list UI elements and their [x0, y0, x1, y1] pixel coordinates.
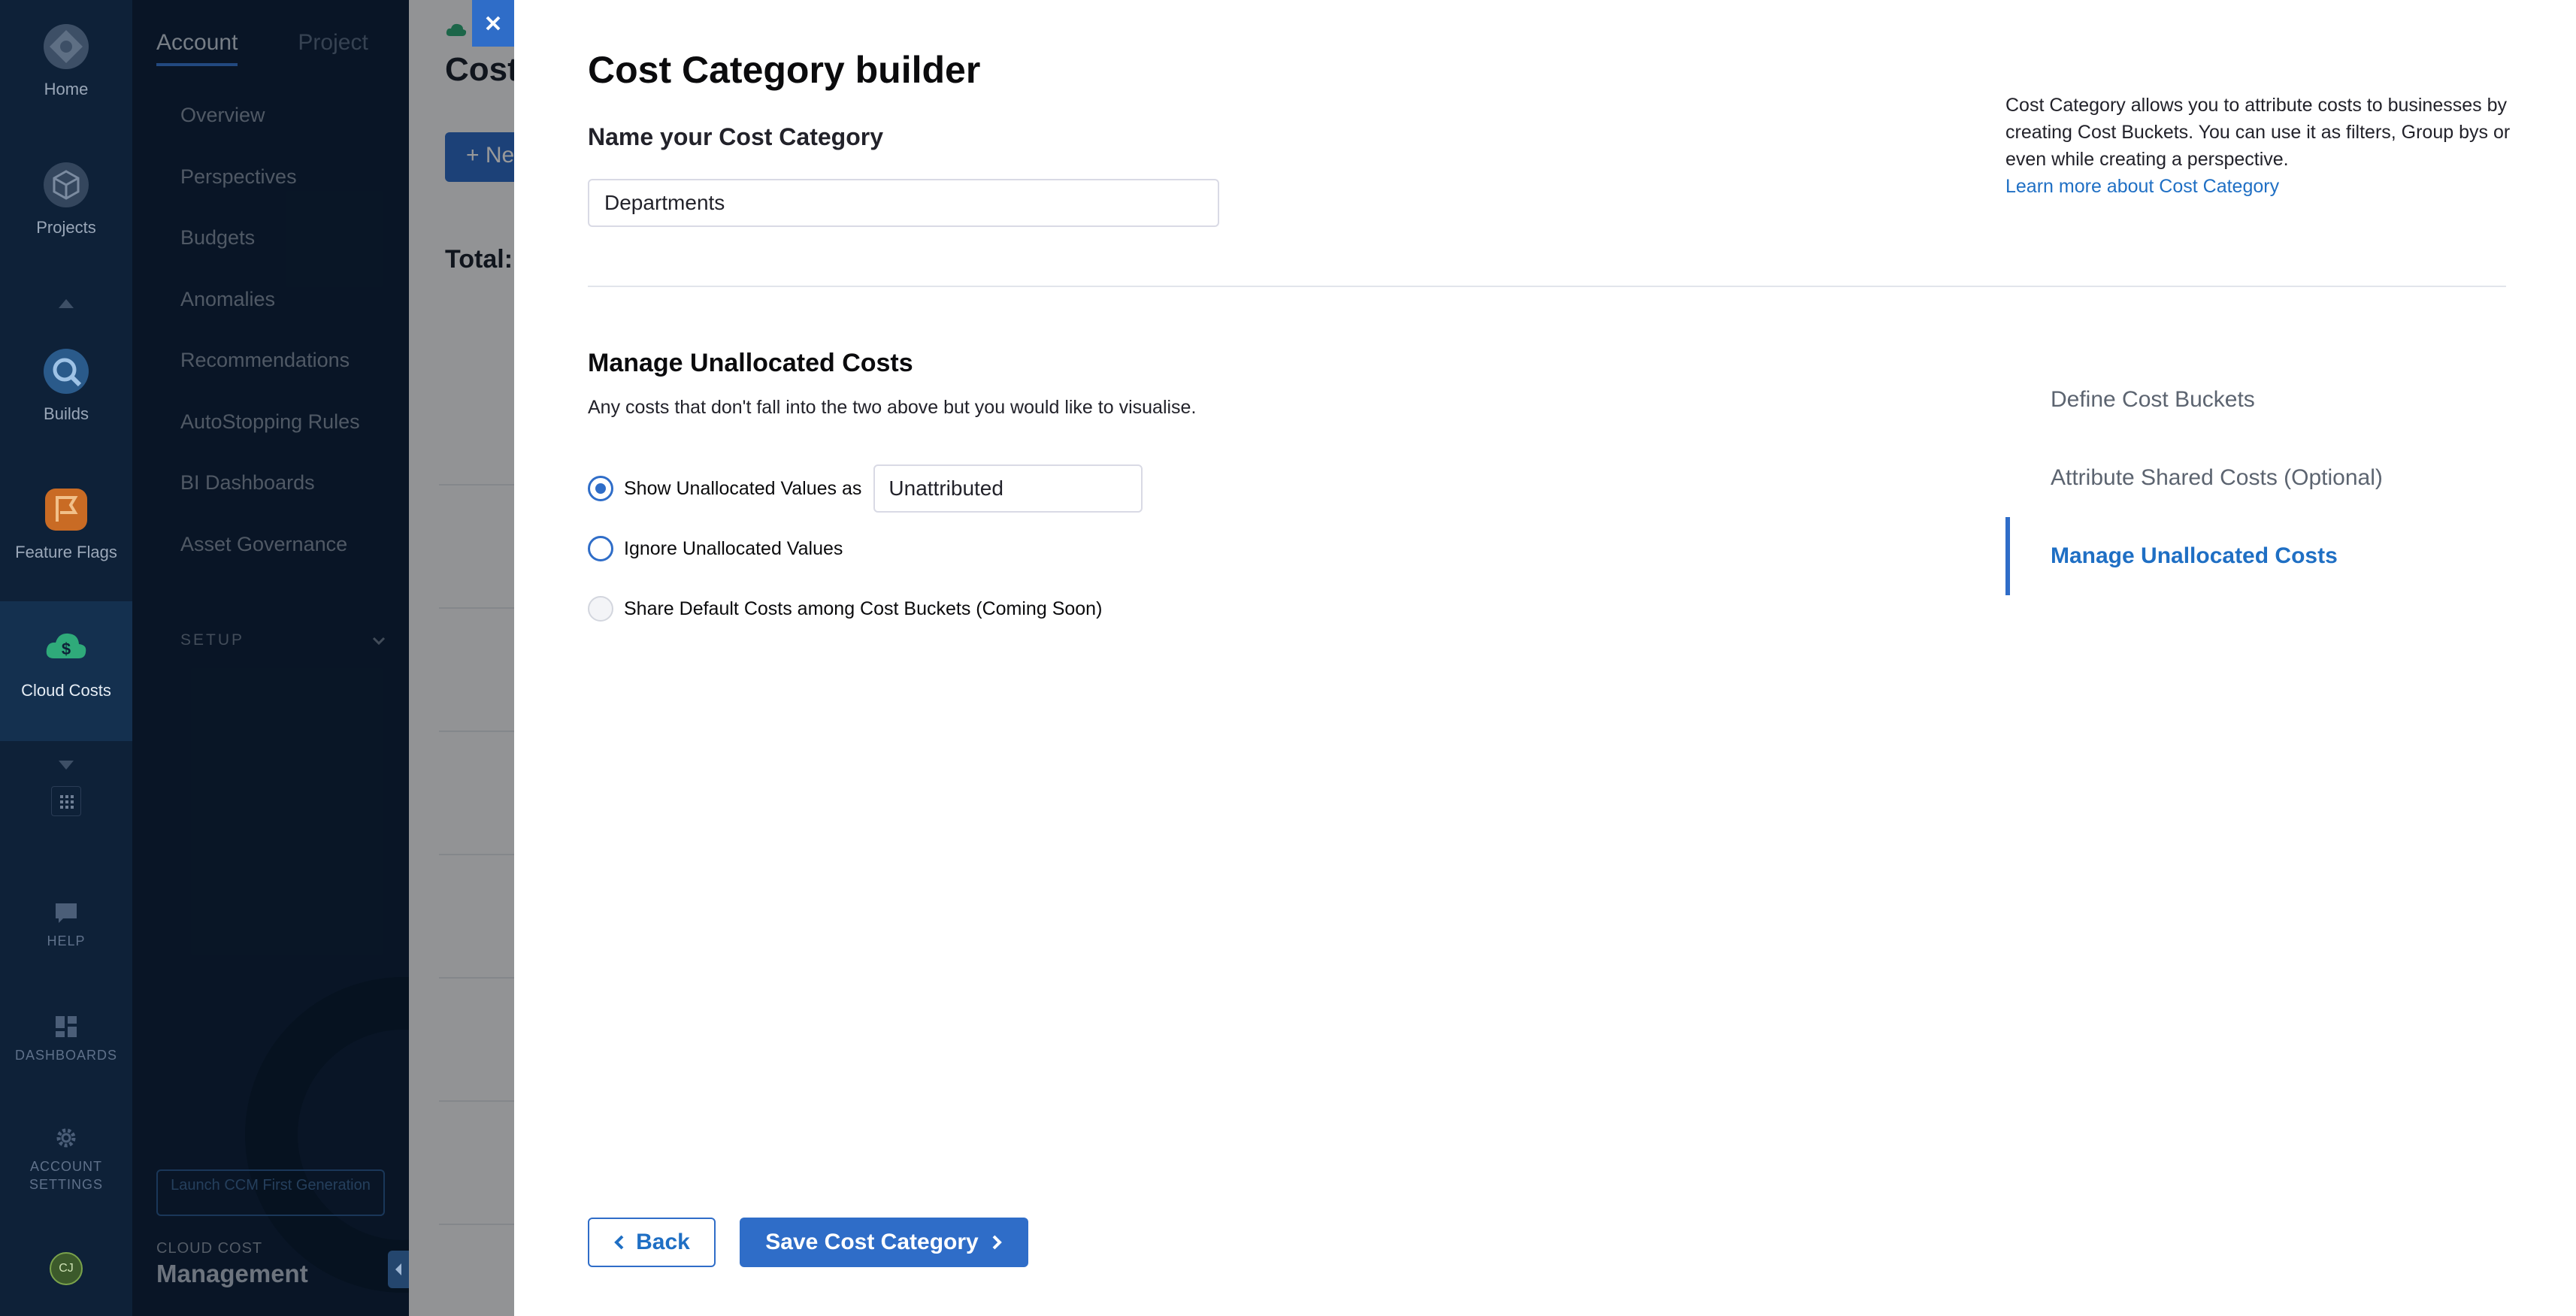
nav-cloud-costs[interactable]: $ Cloud Costs: [0, 601, 132, 741]
section-divider: [588, 286, 2506, 287]
builder-steps: Define Cost Buckets Attribute Shared Cos…: [2005, 361, 2383, 595]
nav-projects[interactable]: Projects: [0, 161, 132, 237]
close-drawer-button[interactable]: [472, 0, 514, 47]
grid-icon: [60, 795, 74, 809]
option-ignore-unallocated[interactable]: Ignore Unallocated Values: [588, 536, 843, 561]
info-panel: Cost Category allows you to attribute co…: [2005, 92, 2517, 200]
flag-icon: [45, 489, 87, 531]
chevron-down-icon[interactable]: [56, 755, 77, 776]
option-show-unallocated-label: Show Unallocated Values as: [624, 477, 862, 499]
unallocated-label-input[interactable]: [873, 464, 1143, 513]
cost-category-builder-drawer: Cost Category builder Name your Cost Cat…: [514, 0, 2576, 1316]
cloud-dollar-icon: $: [46, 633, 86, 658]
nav-projects-label: Projects: [36, 218, 96, 237]
nav-dashboards-label: DASHBOARDS: [14, 1048, 118, 1063]
nav-help[interactable]: HELP: [0, 899, 132, 950]
radio-show-unallocated[interactable]: [588, 476, 613, 501]
nav-builds[interactable]: Builds: [0, 347, 132, 424]
name-section-label: Name your Cost Category: [588, 123, 883, 150]
close-icon: [486, 16, 501, 31]
svg-text:$: $: [62, 640, 71, 658]
nav-feature-flags-label: Feature Flags: [15, 543, 117, 561]
nav-cloud-costs-label: Cloud Costs: [21, 681, 111, 700]
collapse-panel-handle[interactable]: [388, 1251, 409, 1288]
radio-share-default-costs: [588, 596, 613, 622]
learn-more-link[interactable]: Learn more about Cost Category: [2005, 173, 2517, 200]
chevron-left-icon: [614, 1235, 624, 1250]
harness-logo-icon: [44, 24, 89, 69]
back-button[interactable]: Back: [588, 1218, 716, 1267]
chevron-up-icon[interactable]: [56, 293, 77, 314]
step-manage-unallocated-costs[interactable]: Manage Unallocated Costs: [2005, 517, 2383, 595]
nav-home-label: Home: [44, 80, 89, 98]
nav-feature-flags[interactable]: Feature Flags: [0, 486, 132, 562]
radio-ignore-unallocated[interactable]: [588, 536, 613, 561]
drawer-title: Cost Category builder: [588, 49, 981, 91]
chevron-right-icon: [992, 1235, 1002, 1250]
back-button-label: Back: [636, 1230, 690, 1254]
apps-grid-button[interactable]: [51, 786, 81, 816]
help-chat-icon: [56, 903, 77, 923]
option-show-unallocated[interactable]: Show Unallocated Values as: [588, 464, 1143, 513]
nav-account-settings[interactable]: ACCOUNT SETTINGS: [0, 1124, 132, 1193]
option-share-default-costs-label: Share Default Costs among Cost Buckets (…: [624, 597, 1103, 619]
nav-builds-label: Builds: [44, 404, 89, 423]
step-attribute-shared-costs[interactable]: Attribute Shared Costs (Optional): [2005, 439, 2383, 517]
user-avatar[interactable]: CJ: [50, 1252, 83, 1285]
section-description: Any costs that don't fall into the two a…: [588, 397, 1197, 418]
nav-home[interactable]: Home: [0, 23, 132, 99]
cost-category-name-input[interactable]: [588, 179, 1219, 227]
builds-icon: [44, 349, 89, 394]
settings-gear-icon: [56, 1128, 76, 1148]
option-share-default-costs: Share Default Costs among Cost Buckets (…: [588, 596, 1102, 622]
cube-icon: [44, 162, 89, 207]
save-cost-category-button[interactable]: Save Cost Category: [740, 1218, 1028, 1267]
option-ignore-unallocated-label: Ignore Unallocated Values: [624, 537, 843, 559]
dashboards-icon: [56, 1016, 77, 1037]
chevron-left-icon: [395, 1263, 401, 1275]
section-title: Manage Unallocated Costs: [588, 349, 913, 377]
step-define-cost-buckets[interactable]: Define Cost Buckets: [2005, 361, 2383, 439]
nav-rail: Home Projects Builds Feature Flags $ Clo: [0, 0, 132, 1316]
info-text: Cost Category allows you to attribute co…: [2005, 95, 2511, 170]
nav-dashboards[interactable]: DASHBOARDS: [0, 1013, 132, 1064]
save-button-label: Save Cost Category: [765, 1230, 979, 1254]
nav-help-label: HELP: [47, 933, 86, 948]
avatar-initials: CJ: [59, 1262, 74, 1275]
nav-account-settings-label: ACCOUNT SETTINGS: [29, 1159, 103, 1192]
